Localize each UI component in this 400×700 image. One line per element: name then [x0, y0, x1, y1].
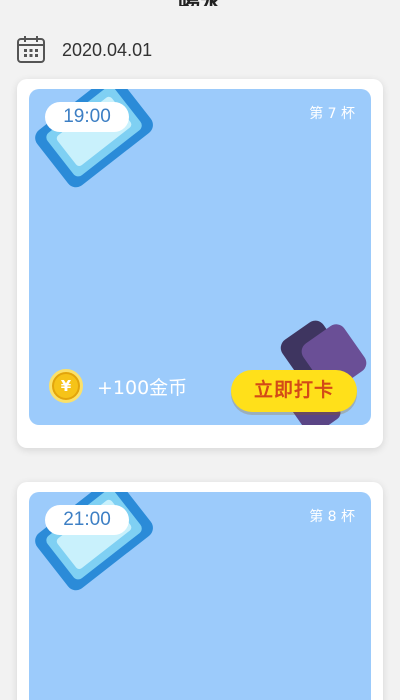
checkin-button[interactable]: 立即打卡: [231, 370, 357, 412]
coin-icon: ¥: [49, 369, 83, 403]
date-row[interactable]: 2020.04.01: [16, 34, 152, 66]
card-panel: 19:00 第 7 杯 ¥ +100金币 立即打卡: [29, 89, 371, 425]
time-pill: 19:00: [45, 102, 129, 132]
cup-count: 第 7 杯: [309, 106, 355, 122]
drink-card: 19:00 第 7 杯 ¥ +100金币 立即打卡: [17, 79, 383, 448]
drink-card: 21:00 第 8 杯: [17, 482, 383, 700]
calendar-icon: [17, 36, 45, 63]
page-title: 喝水: [0, 0, 400, 6]
reward-text: +100金币: [97, 377, 188, 399]
card-panel: 21:00 第 8 杯: [29, 492, 371, 700]
cup-count: 第 8 杯: [309, 509, 355, 525]
date-text: 2020.04.01: [62, 39, 153, 60]
time-pill: 21:00: [45, 505, 129, 535]
